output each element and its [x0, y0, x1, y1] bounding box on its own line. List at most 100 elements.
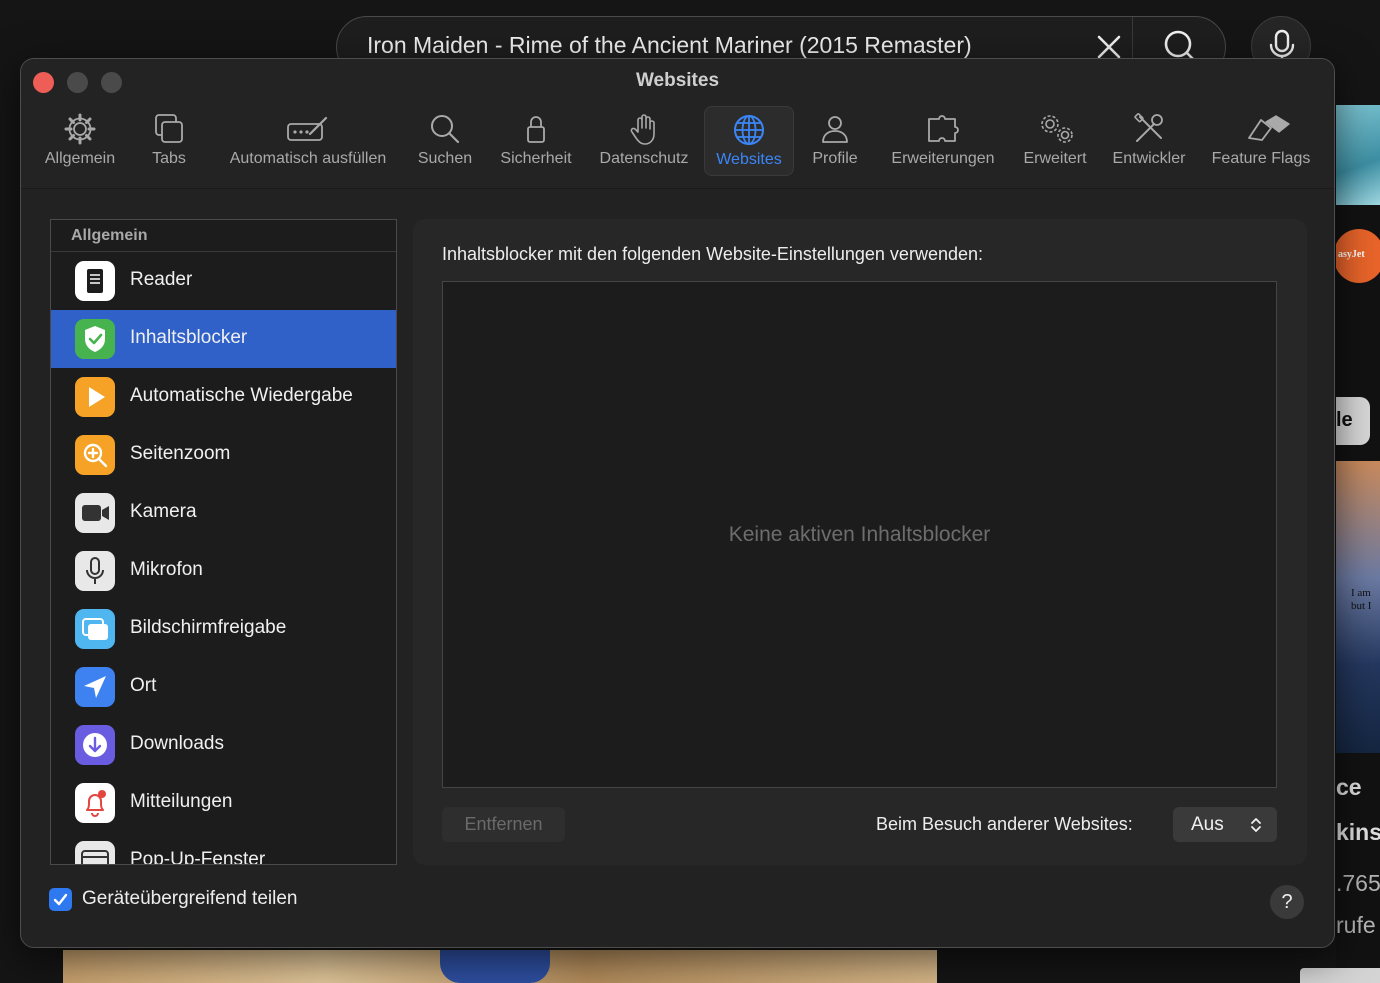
- list-item-label: Mikrofon: [130, 559, 203, 580]
- tab-label: Allgemein: [44, 150, 116, 167]
- tab-label: Entwickler: [1112, 150, 1186, 167]
- tab-erweitert[interactable]: Erweitert: [1015, 106, 1095, 176]
- other-websites-label: Beim Besuch anderer Websites:: [876, 814, 1133, 834]
- list-item-label: Kamera: [130, 501, 197, 522]
- window-title: Websites: [635, 70, 720, 91]
- other-websites-select[interactable]: Aus: [1173, 807, 1277, 842]
- tab-label: Profile: [812, 150, 858, 167]
- list-item-seitenzoom[interactable]: Seitenzoom: [51, 426, 396, 484]
- website-settings-list[interactable]: Allgemein Reader Inhaltsblocker Automati…: [50, 219, 397, 865]
- bell-icon: [75, 783, 115, 823]
- popup-window-icon: [75, 841, 115, 864]
- tabs-icon: [155, 114, 183, 143]
- tab-tabs[interactable]: Tabs: [139, 106, 199, 176]
- list-item-popup-fenster[interactable]: Pop-Up-Fenster: [51, 832, 396, 865]
- tab-erweiterungen[interactable]: Erweiterungen: [883, 106, 1003, 176]
- select-value: Aus: [1191, 814, 1224, 835]
- zoom-icon: [75, 435, 115, 475]
- tab-datenschutz[interactable]: Datenschutz: [591, 106, 697, 176]
- tab-feature-flags[interactable]: Feature Flags: [1205, 106, 1317, 176]
- background-card: [1300, 968, 1380, 983]
- chevron-up-down-icon: [1251, 818, 1261, 832]
- background-image-figure: [440, 950, 550, 983]
- tools-icon: [1134, 113, 1163, 142]
- tab-label: Erweitert: [1023, 150, 1087, 167]
- tab-allgemein[interactable]: Allgemein: [35, 106, 125, 176]
- globe-icon: [734, 115, 764, 145]
- background-search-text: Iron Maiden - Rime of the Ancient Marine…: [367, 32, 972, 58]
- list-item-reader[interactable]: Reader: [51, 252, 396, 310]
- panel-heading: Inhaltsblocker mit den folgenden Website…: [442, 244, 983, 264]
- toolbar: Websites Allgemein Tabs Automatisch ausf…: [21, 59, 1334, 189]
- list-item-kamera[interactable]: Kamera: [51, 484, 396, 542]
- list-item-bildschirmfreigabe[interactable]: Bildschirmfreigabe: [51, 600, 396, 658]
- background-right-column: asyJet le I ambut I ce kinse .765 rufe: [1336, 105, 1380, 983]
- reader-icon: [75, 261, 115, 301]
- list-item-label: Reader: [130, 269, 193, 290]
- play-icon: [75, 377, 115, 417]
- list-item-label: Downloads: [130, 733, 224, 754]
- share-across-devices-label[interactable]: Geräteübergreifend teilen: [82, 888, 297, 910]
- shield-check-icon: [75, 319, 115, 359]
- background-chip[interactable]: le: [1336, 397, 1370, 445]
- tab-label: Erweiterungen: [891, 150, 995, 167]
- autofill-icon: [287, 116, 328, 141]
- puzzle-icon: [928, 115, 959, 142]
- share-across-devices-checkbox[interactable]: [49, 888, 72, 911]
- list-item-downloads[interactable]: Downloads: [51, 716, 396, 774]
- list-item-label: Bildschirmfreigabe: [130, 617, 287, 638]
- background-brand-logo: asyJet: [1336, 229, 1380, 283]
- tab-websites[interactable]: Websites: [704, 106, 794, 176]
- empty-state-text: Keine aktiven Inhaltsblocker: [728, 523, 991, 546]
- tab-label: Automatisch ausfüllen: [229, 150, 387, 167]
- settings-window: Websites Allgemein Tabs Automatisch ausf…: [20, 58, 1335, 948]
- website-list-table[interactable]: Keine aktiven Inhaltsblocker: [442, 281, 1277, 788]
- camera-icon: [75, 493, 115, 533]
- flags-icon: [1248, 115, 1290, 141]
- list-item-label: Mitteilungen: [130, 791, 233, 812]
- background-text: ce: [1336, 774, 1362, 800]
- checkmark-icon: [53, 893, 68, 906]
- list-item-mikrofon[interactable]: Mikrofon: [51, 542, 396, 600]
- tab-label: Sicherheit: [500, 150, 572, 167]
- tab-label: Datenschutz: [599, 150, 689, 167]
- list-item-label: Inhaltsblocker: [130, 327, 248, 348]
- help-button[interactable]: ?: [1270, 885, 1304, 919]
- gear-icon: [64, 113, 96, 145]
- list-item-mitteilungen[interactable]: Mitteilungen: [51, 774, 396, 832]
- location-icon: [75, 667, 115, 707]
- gears-icon: [1041, 115, 1073, 143]
- download-icon: [75, 725, 115, 765]
- list-item-autoplay[interactable]: Automatische Wiedergabe: [51, 368, 396, 426]
- list-item-label: Seitenzoom: [130, 443, 231, 464]
- background-text: rufe: [1336, 912, 1376, 938]
- list-item-inhaltsblocker[interactable]: Inhaltsblocker: [51, 310, 396, 368]
- tab-entwickler[interactable]: Entwickler: [1107, 106, 1191, 176]
- tab-profile[interactable]: Profile: [803, 106, 867, 176]
- list-item-label: Ort: [130, 675, 157, 696]
- tab-sicherheit[interactable]: Sicherheit: [493, 106, 579, 176]
- tab-label: Feature Flags: [1211, 150, 1311, 167]
- background-poster: I am but I: [1336, 461, 1380, 753]
- screen-share-icon: [75, 609, 115, 649]
- tab-autofill[interactable]: Automatisch ausfüllen: [215, 106, 401, 176]
- background-thumbnail: [1336, 105, 1380, 205]
- list-item-label: Automatische Wiedergabe: [130, 385, 353, 406]
- tab-suchen[interactable]: Suchen: [409, 106, 481, 176]
- list-item-ort[interactable]: Ort: [51, 658, 396, 716]
- lock-icon: [527, 116, 545, 143]
- person-icon: [822, 116, 848, 143]
- content-blocker-panel: Inhaltsblocker mit den folgenden Website…: [413, 219, 1307, 865]
- remove-button[interactable]: Entfernen: [442, 807, 565, 842]
- hand-icon: [630, 114, 655, 145]
- tab-label: Suchen: [417, 150, 473, 167]
- microphone-icon: [75, 551, 115, 591]
- list-item-label: Pop-Up-Fenster: [130, 849, 266, 865]
- background-text: kinse: [1336, 819, 1380, 845]
- background-text: .765: [1336, 870, 1380, 896]
- tab-label: Websites: [716, 151, 782, 168]
- tab-label: Tabs: [152, 150, 186, 167]
- clear-search-icon[interactable]: [1095, 33, 1123, 61]
- search-icon: [431, 115, 460, 144]
- list-section-header: Allgemein: [51, 220, 396, 252]
